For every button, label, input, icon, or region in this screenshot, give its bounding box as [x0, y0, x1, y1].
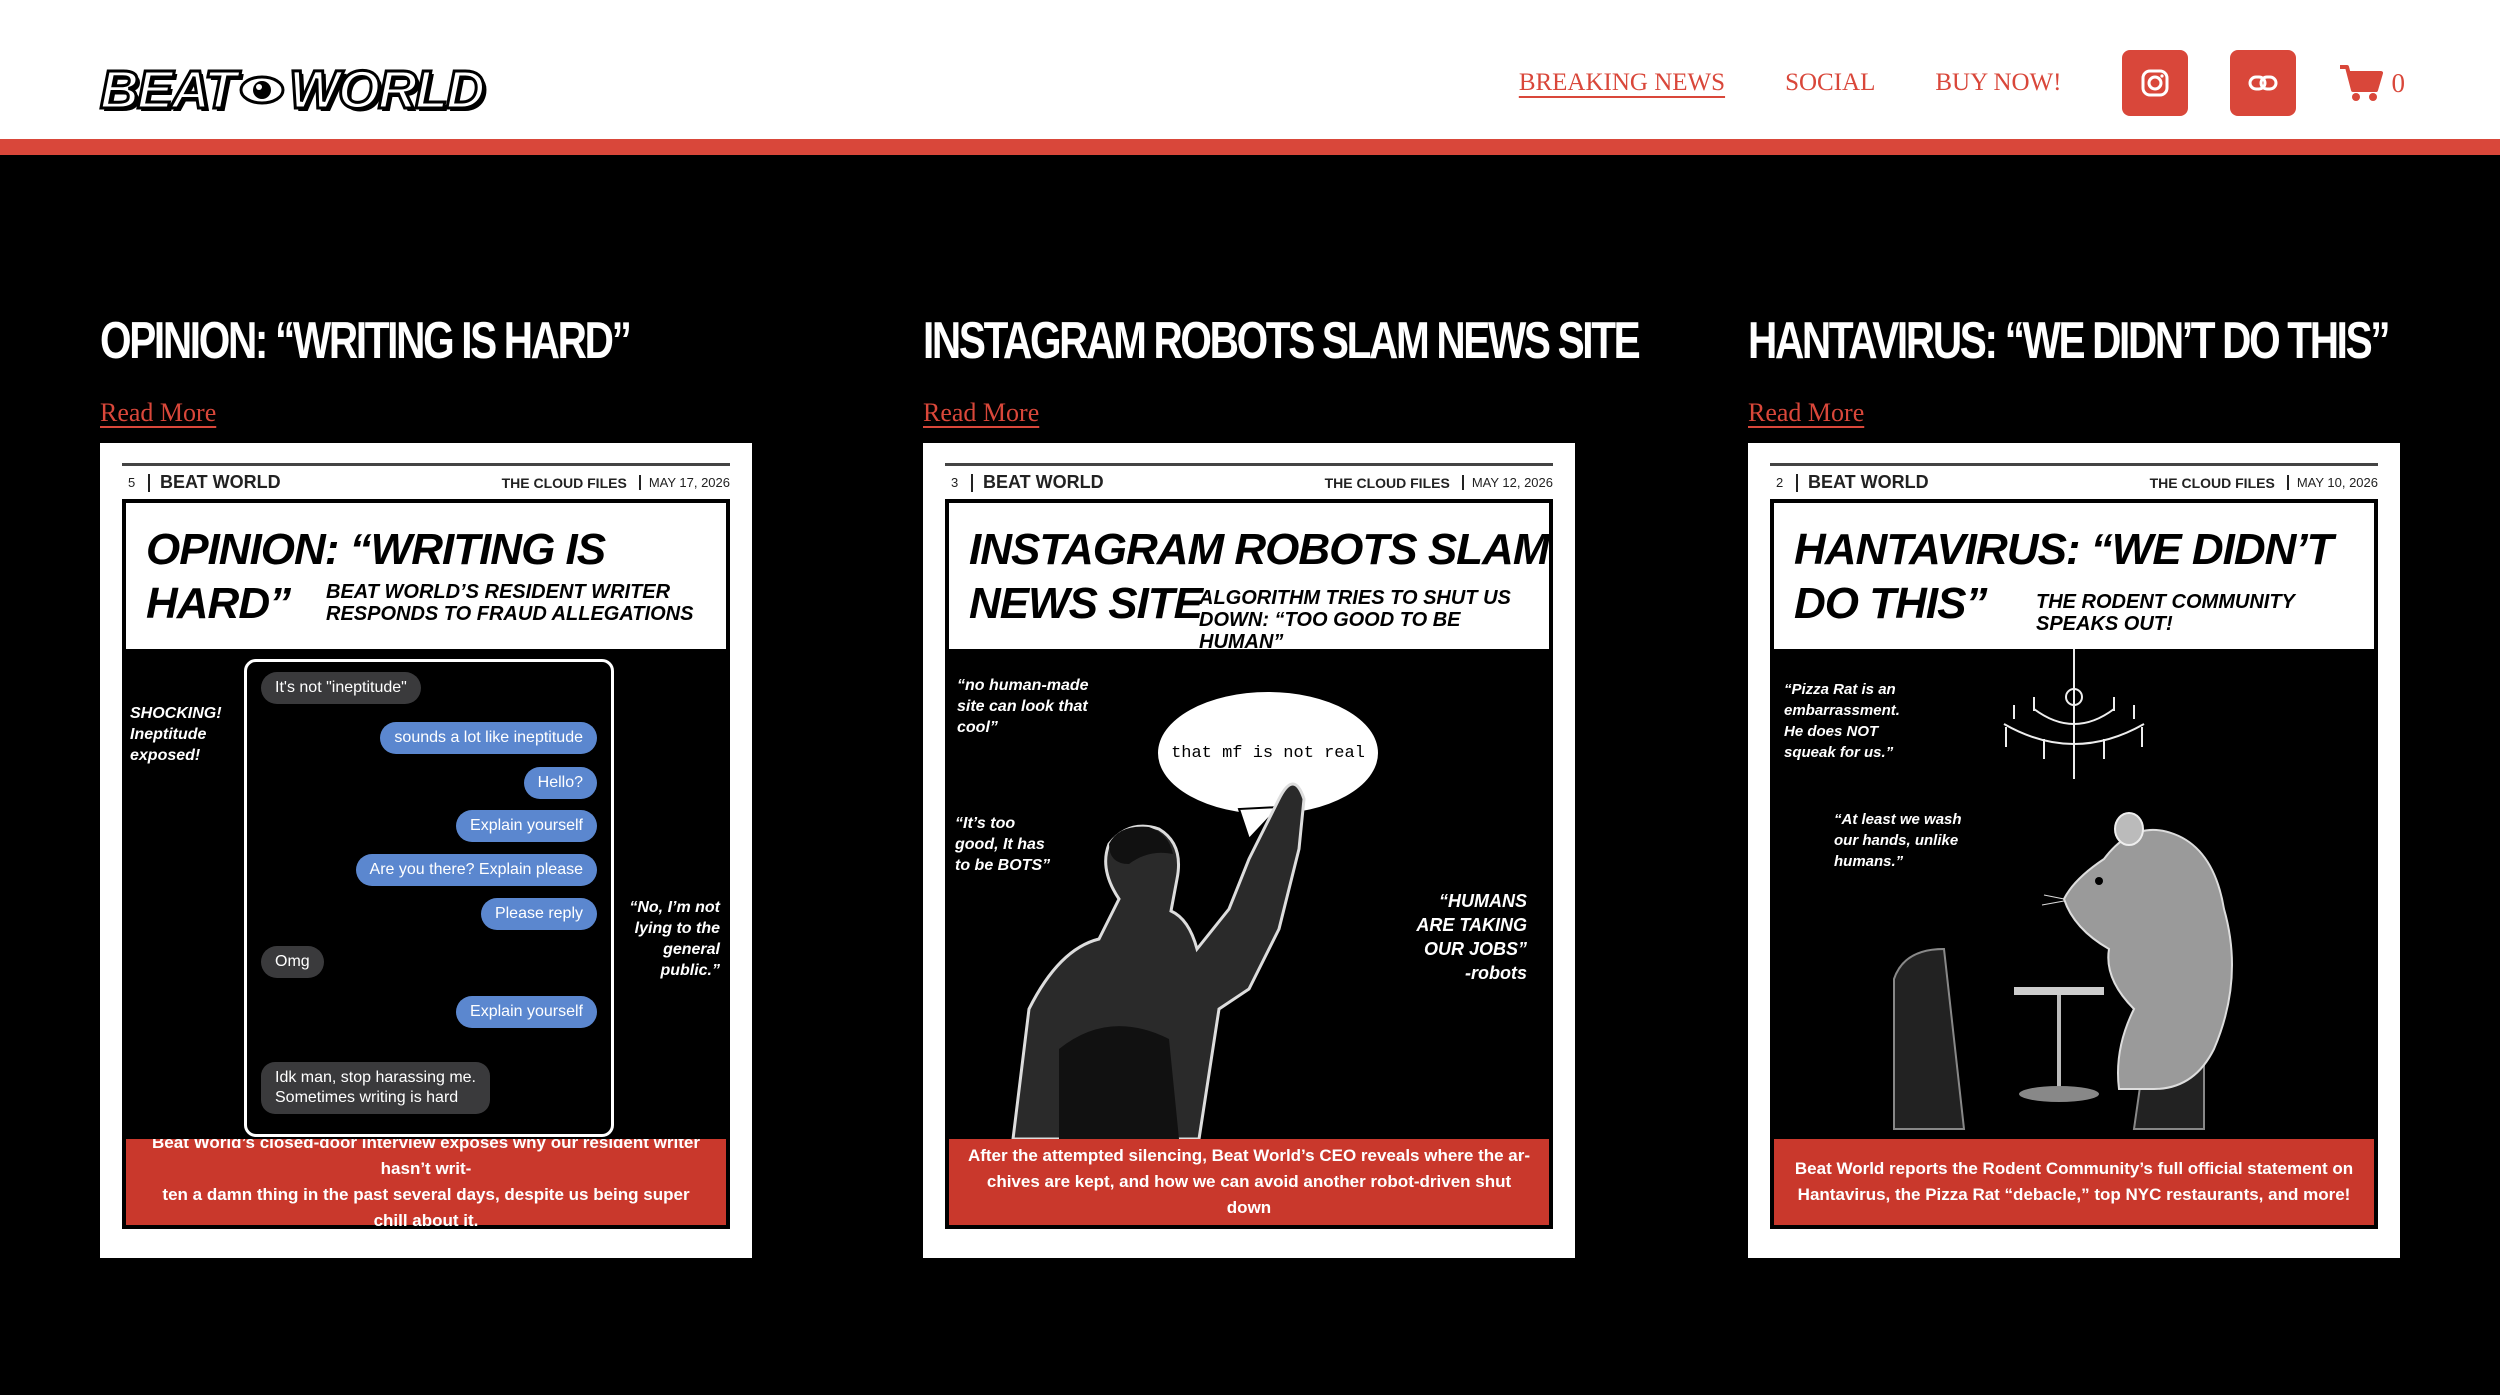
cover-section: THE CLOUD FILES: [501, 474, 627, 491]
chat-bubble: Omg: [261, 946, 324, 978]
read-more-link[interactable]: Read More: [923, 398, 1039, 428]
article-title[interactable]: OPINION: “WRITING IS HARD”: [100, 310, 632, 372]
link-button[interactable]: [2229, 50, 2296, 116]
cover-subhead: BEAT WORLD’S RESIDENT WRITER RESPONDS TO…: [326, 581, 694, 625]
cover-footer: Beat World reports the Rodent Community’…: [1770, 1139, 2378, 1229]
logo-text-left: BEAT: [99, 59, 239, 122]
chat-bubble: sounds a lot like ineptitude: [380, 722, 597, 754]
cover-quote-left: SHOCKING! Ineptitude exposed!: [130, 705, 222, 764]
cover-brand: BEAT WORLD: [983, 472, 1104, 492]
article-1-cover[interactable]: 5 BEAT WORLD THE CLOUD FILES MAY 17, 202…: [100, 443, 752, 1258]
cover-footer: After the attempted silencing, Beat Worl…: [945, 1139, 1553, 1229]
link-icon: [2248, 75, 2277, 91]
instagram-icon: [2141, 69, 2168, 97]
cover-date: MAY 17, 2026: [638, 475, 730, 490]
rat-illustration: [1893, 649, 2233, 1130]
chandelier-icon: [2003, 649, 2145, 779]
cover-headline-box: OPINION: “WRITING IS HARD” BEAT WORLD’S …: [122, 499, 730, 649]
cover-quote-right: “No, I’m not lying to the general public…: [629, 899, 720, 979]
cover-date: MAY 12, 2026: [1461, 475, 1553, 490]
cart-icon: [2339, 65, 2383, 101]
site-header: BEAT WORLD BREAKING NEWS SOCIAL BUY NOW!: [0, 0, 2500, 155]
article-title[interactable]: HANTAVIRUS: “WE DIDN’T DO THIS”: [1748, 310, 2391, 372]
woman-figure: [1011, 782, 1306, 1139]
cover-brand: BEAT WORLD: [160, 472, 281, 492]
chat-bubble: Hello?: [523, 767, 597, 799]
chat-bubble: Please reply: [480, 898, 597, 930]
cover-brand: BEAT WORLD: [1808, 472, 1929, 492]
chat-bubble: Explain yourself: [456, 810, 597, 842]
cart-button[interactable]: 0: [2338, 63, 2406, 103]
chat-bubble: It's not "ineptitude": [261, 672, 421, 704]
page-number: 2: [1776, 475, 1784, 490]
cover-headline-box: INSTAGRAM ROBOTS SLAM NEWS SITE ALGORITH…: [945, 499, 1553, 649]
cart-count: 0: [2391, 67, 2406, 98]
eye-icon: [239, 75, 285, 105]
chat-bubble: Idk man, stop harassing me. Sometimes wr…: [261, 1062, 490, 1114]
read-more-link[interactable]: Read More: [1748, 398, 1864, 428]
main-nav: BREAKING NEWS SOCIAL BUY NOW! 0: [1519, 50, 2405, 116]
cover-footer: Beat World’s closed-door interview expos…: [122, 1133, 730, 1230]
article-1: OPINION: “WRITING IS HARD” Read More: [100, 310, 752, 428]
article-3: HANTAVIRUS: “WE DIDN’T DO THIS” Read Mor…: [1748, 310, 2400, 428]
instagram-button[interactable]: [2121, 50, 2188, 116]
cover-image: “Pizza Rat is an embarrassment. He does …: [1770, 649, 2378, 1139]
cover-headline-box: HANTAVIRUS: “WE DIDN’T DO THIS” THE RODE…: [1770, 499, 2378, 649]
page-number: 5: [128, 475, 136, 490]
article-3-cover[interactable]: 2 BEAT WORLD THE CLOUD FILES MAY 10, 202…: [1748, 443, 2400, 1258]
cover-subhead: ALGORITHM TRIES TO SHUT US DOWN: “TOO GO…: [1199, 587, 1511, 649]
cover-subhead: THE RODENT COMMUNITY SPEAKS OUT!: [2036, 591, 2295, 635]
logo-text-right: WORLD: [288, 59, 487, 122]
cover-masthead: 3 BEAT WORLD THE CLOUD FILES MAY 12, 202…: [945, 463, 1553, 499]
cover-masthead: 5 BEAT WORLD THE CLOUD FILES MAY 17, 202…: [122, 463, 730, 499]
cover-section: THE CLOUD FILES: [1324, 474, 1450, 491]
cover-masthead: 2 BEAT WORLD THE CLOUD FILES MAY 10, 202…: [1770, 463, 2378, 499]
chat-bubble: Are you there? Explain please: [355, 854, 597, 886]
article-title[interactable]: INSTAGRAM ROBOTS SLAM NEWS SITE: [923, 310, 1641, 372]
chat-bubble: Explain yourself: [456, 996, 597, 1028]
chat-screenshot: It's not "ineptitude" sounds a lot like …: [244, 659, 614, 1137]
nav-breaking-news[interactable]: BREAKING NEWS: [1519, 69, 1725, 97]
read-more-link[interactable]: Read More: [100, 398, 216, 428]
cover-section: THE CLOUD FILES: [2149, 474, 2275, 491]
cover-date: MAY 10, 2026: [2286, 475, 2378, 490]
article-2: INSTAGRAM ROBOTS SLAM NEWS SITE Read Mor…: [923, 310, 1641, 428]
article-2-cover[interactable]: 3 BEAT WORLD THE CLOUD FILES MAY 12, 202…: [923, 443, 1575, 1258]
site-logo[interactable]: BEAT WORLD: [99, 59, 487, 122]
nav-social[interactable]: SOCIAL: [1785, 69, 1875, 97]
nav-buy-now[interactable]: BUY NOW!: [1935, 69, 2061, 97]
page-number: 3: [951, 475, 959, 490]
cover-image: “no human-made site can look that cool” …: [945, 649, 1553, 1139]
cover-image: SHOCKING! Ineptitude exposed! “No, I’m n…: [122, 649, 730, 1139]
